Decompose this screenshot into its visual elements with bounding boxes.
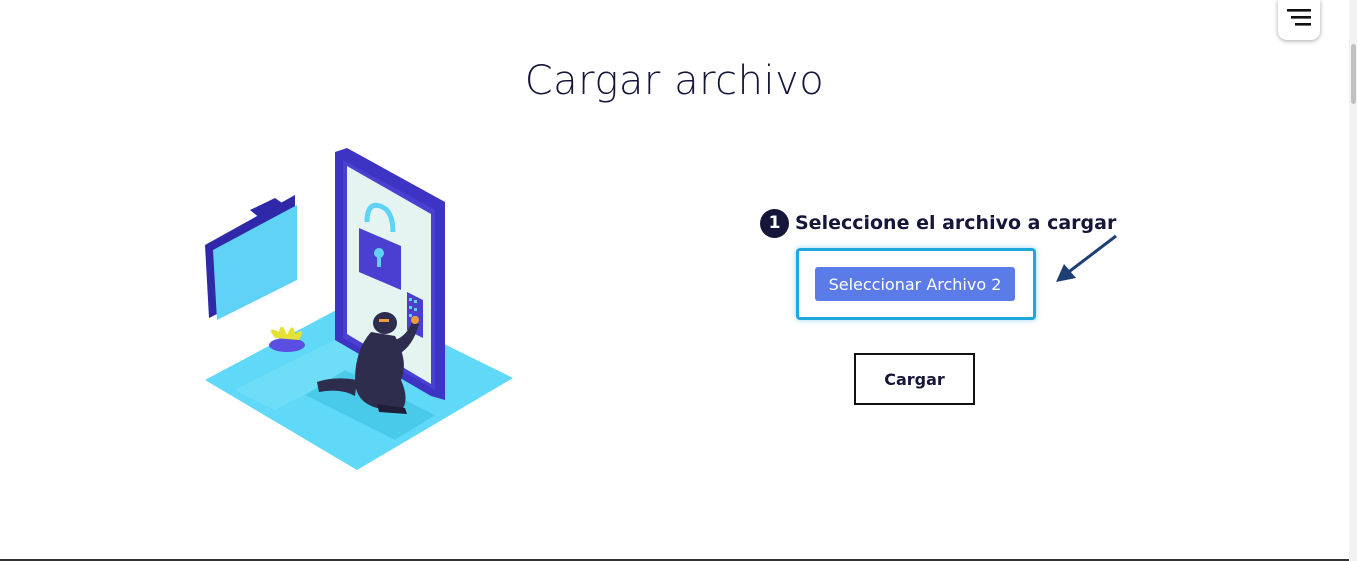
pointer-arrow-icon — [1056, 234, 1117, 282]
page-title: Cargar archivo — [524, 58, 825, 104]
menu-button[interactable] — [1278, 0, 1320, 40]
upload-button[interactable]: Cargar — [854, 353, 975, 405]
step-number-badge: 1 — [760, 208, 789, 238]
scrollbar-thumb[interactable] — [1351, 44, 1356, 104]
security-illustration — [195, 140, 525, 485]
hamburger-menu-icon — [1287, 9, 1311, 26]
vertical-scrollbar[interactable] — [1349, 0, 1357, 561]
select-file-button[interactable]: Seleccionar Archivo 2 — [815, 267, 1015, 301]
folder-icon — [205, 195, 297, 320]
